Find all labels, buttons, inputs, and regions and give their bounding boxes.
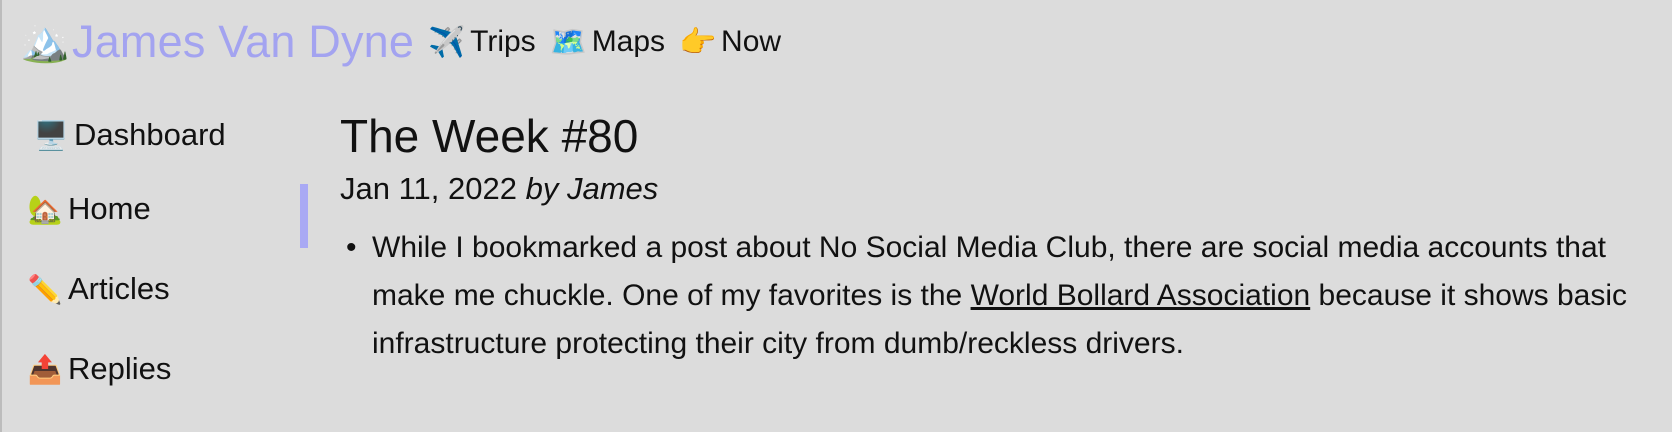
article-list: • While I bookmarked a post about No Soc… bbox=[340, 224, 1640, 368]
nav-label-maps: Maps bbox=[591, 25, 666, 58]
article-byline: by James bbox=[525, 171, 659, 206]
nav-label-trips: Trips bbox=[470, 25, 536, 58]
sidebar-nav: 🖥️ Dashboard 🏡 Home ✏️ Articles 📤 Replie… bbox=[26, 110, 286, 424]
nav-link-now[interactable]: 👉 Now bbox=[679, 25, 781, 60]
active-indicator-bar bbox=[300, 184, 308, 248]
pencil-icon: ✏️ bbox=[27, 273, 63, 305]
mountain-logo-icon[interactable]: 🏔️ bbox=[20, 22, 70, 62]
outbox-tray-icon: 📤 bbox=[27, 353, 63, 385]
nav-label-now: Now bbox=[721, 25, 782, 58]
sidebar-item-dashboard[interactable]: 🖥️ Dashboard bbox=[26, 110, 286, 160]
computer-icon: 🖥️ bbox=[33, 119, 69, 151]
sidebar-item-articles[interactable]: ✏️ Articles bbox=[26, 264, 286, 314]
map-icon: 🗺️ bbox=[549, 25, 588, 59]
site-title-link[interactable]: James Van Dyne bbox=[72, 16, 414, 68]
sidebar-item-label: Dashboard bbox=[74, 117, 226, 152]
sidebar-item-replies[interactable]: 📤 Replies bbox=[26, 344, 286, 394]
article-meta: Jan 11, 2022 by James bbox=[340, 168, 1640, 210]
list-item: • While I bookmarked a post about No Soc… bbox=[346, 224, 1640, 368]
sidebar-item-home[interactable]: 🏡 Home bbox=[26, 184, 286, 234]
article: The Week #80 Jan 11, 2022 by James • Whi… bbox=[340, 106, 1640, 368]
pointing-hand-icon: 👉 bbox=[679, 25, 717, 59]
sidebar-item-label: Replies bbox=[68, 351, 172, 386]
page: 🏔️ James Van Dyne ✈️ Trips 🗺️ Maps 👉 Now… bbox=[0, 0, 1672, 432]
site-header: 🏔️ James Van Dyne ✈️ Trips 🗺️ Maps 👉 Now bbox=[20, 14, 795, 70]
bullet-icon: • bbox=[346, 231, 357, 264]
article-title: The Week #80 bbox=[340, 110, 639, 162]
house-icon: 🏡 bbox=[27, 193, 63, 225]
sidebar-item-label: Articles bbox=[68, 271, 170, 306]
article-date: Jan 11, 2022 bbox=[340, 171, 517, 206]
world-bollard-association-link[interactable]: World Bollard Association bbox=[971, 279, 1311, 312]
airplane-icon: ✈️ bbox=[428, 25, 466, 59]
nav-link-maps[interactable]: 🗺️ Maps bbox=[550, 25, 665, 60]
nav-link-trips[interactable]: ✈️ Trips bbox=[428, 25, 536, 60]
sidebar-item-label: Home bbox=[68, 191, 151, 226]
